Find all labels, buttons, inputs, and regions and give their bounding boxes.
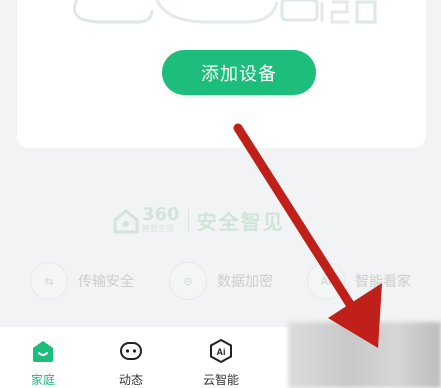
brand-slogan-text: 安全智见 bbox=[196, 210, 285, 234]
empty-device-card: 添加设备 bbox=[17, 0, 426, 148]
transfer-icon: ⇆ bbox=[30, 262, 68, 300]
ai-icon: AI bbox=[307, 262, 345, 300]
lock-icon: ⊝ bbox=[169, 262, 207, 300]
brand-divider bbox=[187, 208, 189, 233]
feature-data-encryption: ⊝ 数据加密 bbox=[169, 262, 273, 300]
brand-subtitle: 智慧生活 bbox=[142, 224, 174, 233]
tab-activity[interactable]: 动态 bbox=[91, 327, 171, 388]
tab-label: 云智能 bbox=[202, 373, 239, 387]
feature-transfer-security: ⇆ 传输安全 bbox=[30, 262, 134, 300]
ai-cloud-icon: Ai bbox=[207, 337, 235, 365]
add-device-button[interactable]: 添加设备 bbox=[162, 50, 316, 95]
tab-home[interactable]: 家庭 bbox=[3, 327, 83, 388]
blurred-tab-area bbox=[288, 322, 441, 388]
svg-text:Ai: Ai bbox=[217, 347, 226, 357]
message-icon bbox=[117, 337, 145, 365]
brand-name: 360 bbox=[142, 204, 180, 225]
feature-smart-guard: AI 智能看家 bbox=[307, 262, 411, 300]
feature-label: 智能看家 bbox=[355, 274, 411, 290]
home-icon bbox=[29, 337, 57, 365]
tab-label: 家庭 bbox=[30, 373, 55, 387]
house-logo-icon bbox=[113, 208, 139, 233]
tab-label: 动态 bbox=[118, 373, 143, 387]
tab-cloud-ai[interactable]: Ai 云智能 bbox=[181, 327, 261, 388]
feature-label: 数据加密 bbox=[217, 274, 273, 290]
feature-label: 传输安全 bbox=[78, 274, 134, 290]
empty-illustration bbox=[73, 0, 377, 24]
brand-slogan: 360 智慧生活 安全智见 bbox=[112, 206, 285, 235]
